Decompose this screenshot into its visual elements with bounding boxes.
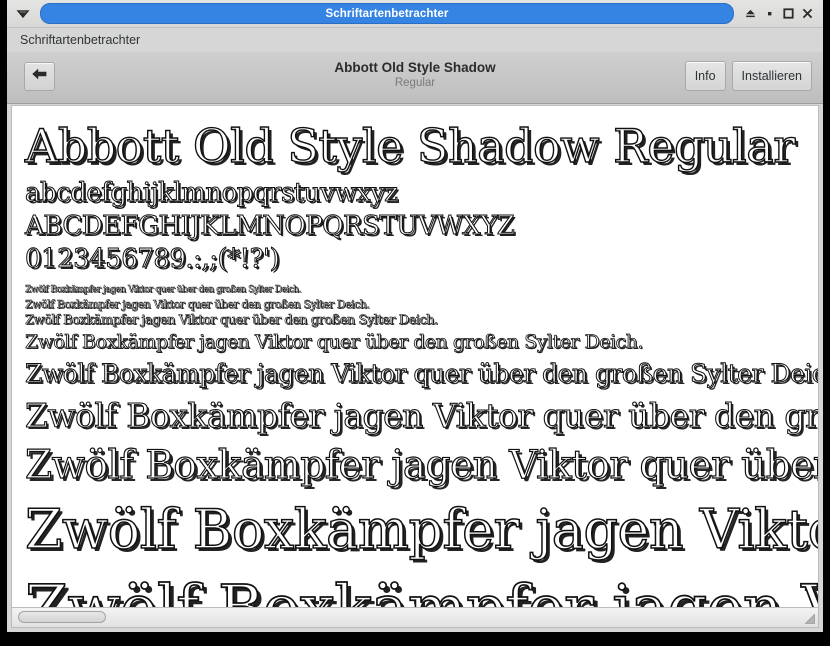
title-bar: Schriftartenbetrachter <box>7 0 823 28</box>
menu-bar: Schriftartenbetrachter <box>7 28 823 52</box>
pangram-line: Zwölf Boxkämpfer jagen Viktor quer über … <box>25 313 439 329</box>
maximize-button[interactable] <box>779 4 798 24</box>
menu-item-schriftartenbetrachter[interactable]: Schriftartenbetrachter <box>16 31 144 49</box>
preview-pangram-block: Zwölf Boxkämpfer jagen Viktor quer über … <box>24 284 819 608</box>
install-button[interactable]: Installieren <box>731 61 812 91</box>
font-preview-pane[interactable]: Abbott Old Style Shadow Regular abcdefgh… <box>11 105 819 608</box>
resize-grip-icon[interactable] <box>803 612 816 625</box>
pangram-line: Zwölf Boxkämpfer jagen Viktor quer über … <box>25 359 819 389</box>
horizontal-scrollbar[interactable] <box>11 608 819 628</box>
font-preview-content: Abbott Old Style Shadow Regular abcdefgh… <box>24 106 819 608</box>
pangram-line: Zwölf Boxkämpfer jagen Viktor quer über … <box>25 285 302 295</box>
preview-title-line: Abbott Old Style Shadow Regular <box>24 118 796 173</box>
back-button[interactable] <box>24 62 55 91</box>
shade-button[interactable] <box>741 4 760 24</box>
preview-lowercase-line: abcdefghijklmnopqrstuvwxyz <box>25 178 399 209</box>
pangram-line: Zwölf Boxkämpfer jagen Viktor quer über … <box>24 395 819 435</box>
preview-uppercase-line: ABCDEFGHIJKLMNOPQRSTUVWXYZ <box>25 211 516 242</box>
window-menu-triangle-icon[interactable] <box>13 4 33 24</box>
pangram-line: Zwölf Boxkämpfer jagen Viktor quer über … <box>24 442 818 488</box>
header-toolbar: Abbott Old Style Shadow Regular Info Ins… <box>7 52 823 104</box>
close-button[interactable] <box>798 4 817 24</box>
pangram-line: Zwölf Boxkämpfer jagen Viktor quer über … <box>25 331 644 354</box>
pangram-line: Zwölf Boxkämpfer jagen Viktor quer über … <box>24 570 818 608</box>
application-window: Schriftartenbetrachter Schriftartenbetra… <box>7 0 823 632</box>
info-button[interactable]: Info <box>684 61 726 91</box>
window-title[interactable]: Schriftartenbetrachter <box>40 3 734 24</box>
header-actions: Info Installieren <box>684 61 812 91</box>
pangram-line: Zwölf Boxkämpfer jagen Viktor quer über … <box>25 298 370 312</box>
back-arrow-icon <box>31 67 48 86</box>
preview-digits-line: 0123456789.:,;(*!?') <box>25 244 281 275</box>
minimize-button[interactable] <box>760 4 779 24</box>
pangram-line: Zwölf Boxkämpfer jagen Viktor quer über … <box>24 497 818 562</box>
scrollbar-thumb[interactable] <box>18 611 106 623</box>
